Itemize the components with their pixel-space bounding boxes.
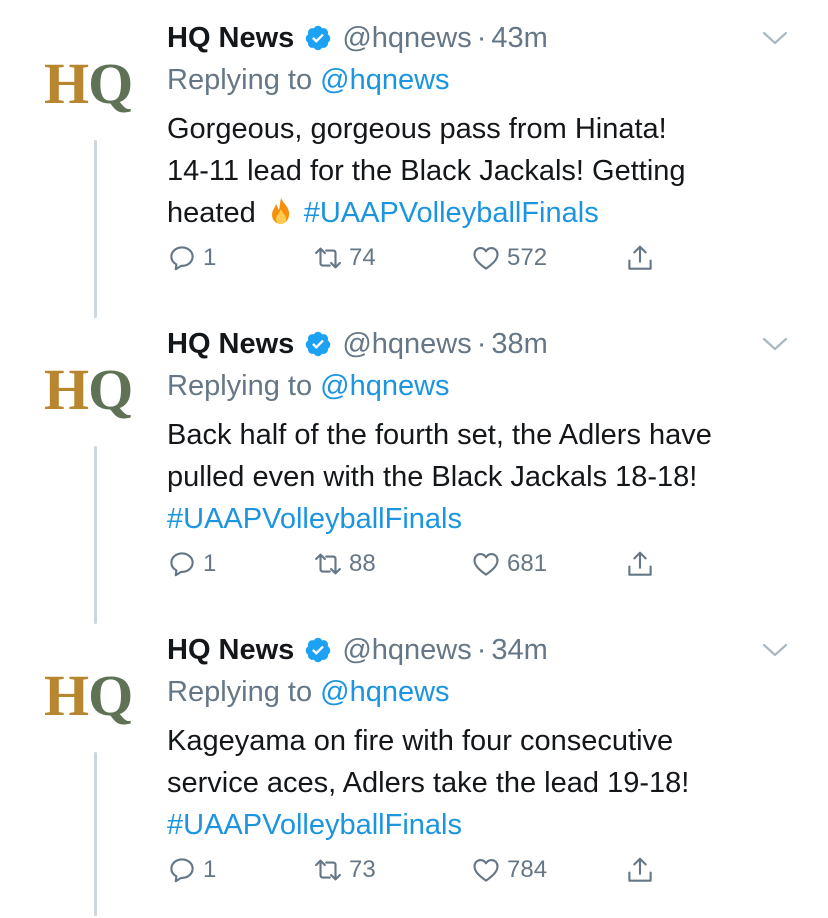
avatar[interactable]: HQ (44, 350, 148, 430)
avatar-letter-q: Q (88, 663, 133, 728)
verified-badge-icon (306, 637, 331, 663)
tweet-header: HQ News @hqnews · 38m (167, 322, 548, 366)
tweet-text-line-with-hashtag: heated #UAAPVolleyballFinals (167, 192, 807, 234)
retweet-icon (315, 859, 341, 881)
retweet-button[interactable]: 74 (313, 238, 376, 278)
reply-icon (170, 858, 194, 883)
share-button[interactable] (625, 238, 655, 278)
author-name[interactable]: HQ News (167, 628, 294, 672)
timestamp[interactable]: 34m (491, 628, 547, 672)
tweet-text-line: service aces, Adlers take the lead 19-18… (167, 767, 690, 799)
tweet-actions: 1 73 784 (167, 850, 687, 890)
avatar[interactable]: HQ (44, 656, 148, 736)
heart-icon (473, 858, 499, 882)
tweet-text-fragment: heated (167, 197, 256, 229)
replying-to: Replying to @hqnews (167, 670, 450, 714)
hashtag-link[interactable]: #UAAPVolleyballFinals (167, 809, 462, 841)
mention-link[interactable]: @hqnews (320, 370, 449, 402)
like-button[interactable]: 572 (471, 238, 547, 278)
avatar-letter-q: Q (88, 357, 133, 422)
share-icon (628, 245, 652, 270)
heart-icon (473, 552, 499, 576)
reply-count: 1 (203, 856, 217, 883)
separator-dot: · (476, 634, 487, 666)
retweet-count: 88 (349, 550, 376, 577)
share-icon (628, 551, 652, 576)
fire-emoji-icon (271, 198, 289, 224)
like-button[interactable]: 681 (471, 544, 547, 584)
tweet-text: Back half of the fourth set, the Adlers … (167, 414, 807, 540)
chevron-down-icon[interactable] (762, 30, 788, 46)
hashtag-link[interactable]: #UAAPVolleyballFinals (167, 503, 462, 535)
replying-to: Replying to @hqnews (167, 58, 450, 102)
timestamp[interactable]: 43m (491, 16, 547, 60)
tweet-actions: 1 88 681 (167, 544, 687, 584)
replying-to-label: Replying to (167, 370, 321, 402)
avatar-letter-h: H (44, 663, 89, 728)
author-name[interactable]: HQ News (167, 322, 294, 366)
avatar-letter-q: Q (88, 51, 133, 116)
reply-button[interactable]: 1 (167, 544, 216, 584)
reply-button[interactable]: 1 (167, 238, 216, 278)
tweet-header: HQ News @hqnews · 34m (167, 628, 548, 672)
tweet-text-line: pulled even with the Black Jackals 18-18… (167, 461, 698, 493)
share-button[interactable] (625, 544, 655, 584)
separator-dot: · (476, 22, 487, 54)
like-count: 572 (507, 244, 548, 271)
retweet-button[interactable]: 88 (313, 544, 376, 584)
avatar-letter-h: H (44, 51, 89, 116)
mention-link[interactable]: @hqnews (320, 676, 449, 708)
retweet-button[interactable]: 73 (313, 850, 376, 890)
author-handle[interactable]: @hqnews (342, 322, 471, 366)
retweet-count: 73 (349, 856, 376, 883)
thread-line (94, 140, 97, 318)
replying-to-label: Replying to (167, 64, 321, 96)
verified-badge-icon (306, 25, 331, 51)
verified-badge-icon (306, 331, 331, 357)
tweet-actions: 1 74 572 (167, 238, 687, 278)
timestamp[interactable]: 38m (491, 322, 547, 366)
like-count: 784 (507, 856, 548, 883)
tweet-text-line: Gorgeous, gorgeous pass from Hinata! (167, 113, 667, 145)
chevron-down-icon[interactable] (762, 642, 788, 658)
tweet-text: Kageyama on fire with four consecutive s… (167, 720, 807, 846)
reply-count: 1 (203, 244, 217, 271)
replying-to: Replying to @hqnews (167, 364, 450, 408)
author-name[interactable]: HQ News (167, 16, 294, 60)
reply-button[interactable]: 1 (167, 850, 216, 890)
chevron-down-icon[interactable] (762, 336, 788, 352)
hashtag-link[interactable]: #UAAPVolleyballFinals (304, 197, 599, 229)
tweet-text-line: Kageyama on fire with four consecutive (167, 725, 674, 757)
retweet-count: 74 (349, 244, 376, 271)
retweet-icon (315, 553, 341, 575)
separator-dot: · (476, 328, 487, 360)
tweet[interactable]: HQ HQ News @hqnews · 43m Replying to @hq… (0, 0, 828, 318)
like-button[interactable]: 784 (471, 850, 547, 890)
author-handle[interactable]: @hqnews (342, 16, 471, 60)
tweet-header: HQ News @hqnews · 43m (167, 16, 548, 60)
retweet-icon (315, 247, 341, 269)
thread-line (94, 752, 97, 916)
tweet-text: Gorgeous, gorgeous pass from Hinata! 14-… (167, 108, 807, 234)
avatar-letter-h: H (44, 357, 89, 422)
reply-count: 1 (203, 550, 217, 577)
tweet-text-line: Back half of the fourth set, the Adlers … (167, 419, 712, 451)
reply-icon (170, 552, 194, 577)
thread-line (94, 446, 97, 624)
tweet[interactable]: HQ HQ News @hqnews · 38m Replying to @hq… (0, 306, 828, 624)
avatar[interactable]: HQ (44, 44, 148, 124)
author-handle[interactable]: @hqnews (342, 628, 471, 672)
replying-to-label: Replying to (167, 676, 321, 708)
tweet-text-line: 14-11 lead for the Black Jackals! Gettin… (167, 155, 686, 187)
heart-icon (473, 246, 499, 270)
like-count: 681 (507, 550, 548, 577)
share-button[interactable] (625, 850, 655, 890)
reply-icon (170, 246, 194, 271)
share-icon (628, 857, 652, 882)
mention-link[interactable]: @hqnews (320, 64, 449, 96)
tweet[interactable]: HQ HQ News @hqnews · 34m Replying to @hq… (0, 612, 828, 918)
